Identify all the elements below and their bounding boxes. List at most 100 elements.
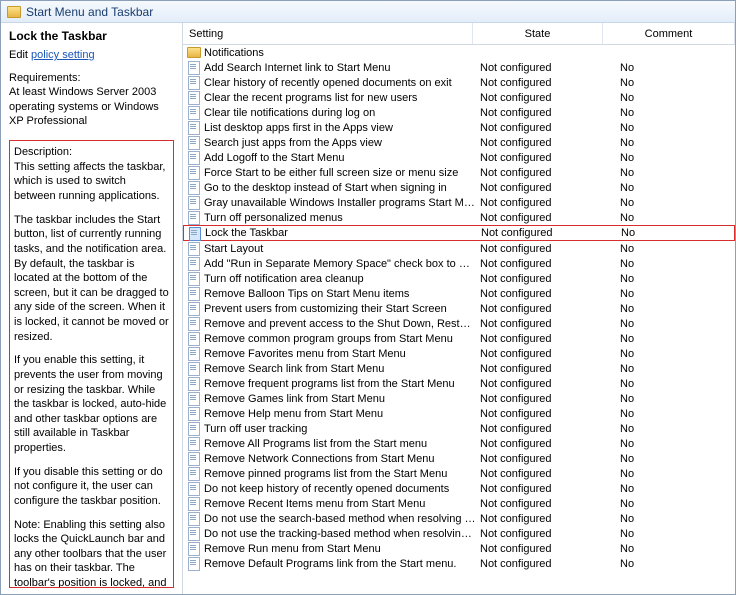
- policy-row[interactable]: Remove and prevent access to the Shut Do…: [183, 316, 735, 331]
- desc-p2: The taskbar includes the Start button, l…: [14, 213, 169, 345]
- policy-row[interactable]: Remove pinned programs list from the Sta…: [183, 466, 735, 481]
- policy-row[interactable]: Add Search Internet link to Start MenuNo…: [183, 60, 735, 75]
- policy-icon: [187, 317, 201, 330]
- policy-icon: [187, 121, 201, 134]
- setting-name: Remove Run menu from Start Menu: [204, 543, 476, 555]
- header-comment[interactable]: Comment: [603, 23, 735, 44]
- policy-row[interactable]: Turn off personalized menusNot configure…: [183, 210, 735, 225]
- settings-list[interactable]: NotificationsAdd Search Internet link to…: [183, 45, 735, 594]
- edit-policy-link[interactable]: policy setting: [31, 49, 95, 61]
- policy-row[interactable]: Add Logoff to the Start MenuNot configur…: [183, 150, 735, 165]
- setting-name: Remove common program groups from Start …: [204, 333, 476, 345]
- policy-icon: [187, 392, 201, 405]
- setting-state: Not configured: [476, 453, 606, 465]
- setting-name: Turn off personalized menus: [204, 212, 476, 224]
- setting-comment: No: [606, 543, 735, 555]
- setting-name: Clear history of recently opened documen…: [204, 77, 476, 89]
- setting-state: Not configured: [476, 543, 606, 555]
- policy-row[interactable]: Remove Search link from Start MenuNot co…: [183, 361, 735, 376]
- setting-state: Not configured: [476, 363, 606, 375]
- policy-row[interactable]: Remove Balloon Tips on Start Menu items N…: [183, 286, 735, 301]
- setting-state: Not configured: [476, 498, 606, 510]
- setting-comment: No: [606, 468, 735, 480]
- setting-comment: No: [606, 363, 735, 375]
- description-box: Description:This setting affects the tas…: [9, 140, 174, 588]
- setting-comment: No: [606, 438, 735, 450]
- setting-name: Remove Default Programs link from the St…: [204, 558, 476, 570]
- policy-row[interactable]: Gray unavailable Windows Installer progr…: [183, 195, 735, 210]
- setting-state: Not configured: [476, 137, 606, 149]
- policy-row[interactable]: Go to the desktop instead of Start when …: [183, 180, 735, 195]
- header-state[interactable]: State: [473, 23, 603, 44]
- policy-icon: [187, 377, 201, 390]
- policy-row[interactable]: Turn off user trackingNot configuredNo: [183, 421, 735, 436]
- setting-name: Remove All Programs list from the Start …: [204, 438, 476, 450]
- policy-row[interactable]: Do not use the tracking-based method whe…: [183, 526, 735, 541]
- setting-name: Remove and prevent access to the Shut Do…: [204, 318, 476, 330]
- setting-comment: No: [606, 483, 735, 495]
- policy-row[interactable]: Remove Help menu from Start MenuNot conf…: [183, 406, 735, 421]
- policy-row[interactable]: Remove Recent Items menu from Start Menu…: [183, 496, 735, 511]
- policy-icon: [187, 347, 201, 360]
- setting-comment: No: [606, 408, 735, 420]
- gpedit-window: Start Menu and Taskbar Lock the Taskbar …: [0, 0, 736, 595]
- policy-row[interactable]: Clear history of recently opened documen…: [183, 75, 735, 90]
- setting-state: Not configured: [477, 227, 607, 239]
- setting-name: Turn off notification area cleanup: [204, 273, 476, 285]
- policy-row[interactable]: Turn off notification area cleanupNot co…: [183, 271, 735, 286]
- setting-state: Not configured: [476, 197, 606, 209]
- policy-row[interactable]: Lock the TaskbarNot configuredNo: [183, 225, 735, 241]
- policy-row[interactable]: Remove frequent programs list from the S…: [183, 376, 735, 391]
- setting-comment: No: [606, 152, 735, 164]
- policy-icon: [187, 91, 201, 104]
- policy-row[interactable]: Remove Network Connections from Start Me…: [183, 451, 735, 466]
- setting-comment: No: [606, 107, 735, 119]
- setting-state: Not configured: [476, 62, 606, 74]
- setting-comment: No: [606, 453, 735, 465]
- policy-row[interactable]: Do not keep history of recently opened d…: [183, 481, 735, 496]
- setting-state: Not configured: [476, 348, 606, 360]
- setting-comment: No: [606, 318, 735, 330]
- policy-row[interactable]: Force Start to be either full screen siz…: [183, 165, 735, 180]
- setting-name: Remove Balloon Tips on Start Menu items: [204, 288, 476, 300]
- policy-row[interactable]: Clear the recent programs list for new u…: [183, 90, 735, 105]
- setting-state: Not configured: [476, 513, 606, 525]
- policy-row[interactable]: Remove common program groups from Start …: [183, 331, 735, 346]
- policy-icon: [187, 482, 201, 495]
- policy-row[interactable]: Start LayoutNot configuredNo: [183, 241, 735, 256]
- column-headers: Setting State Comment: [183, 23, 735, 45]
- setting-comment: No: [606, 528, 735, 540]
- setting-comment: No: [607, 227, 734, 239]
- setting-name: Start Layout: [204, 243, 476, 255]
- setting-name: Add Logoff to the Start Menu: [204, 152, 476, 164]
- policy-icon: [187, 257, 201, 270]
- setting-name: Gray unavailable Windows Installer progr…: [204, 197, 476, 209]
- setting-comment: No: [606, 303, 735, 315]
- setting-name: Prevent users from customizing their Sta…: [204, 303, 476, 315]
- header-setting[interactable]: Setting: [183, 23, 473, 44]
- policy-row[interactable]: Prevent users from customizing their Sta…: [183, 301, 735, 316]
- setting-comment: No: [606, 92, 735, 104]
- policy-row[interactable]: Clear tile notifications during log onNo…: [183, 105, 735, 120]
- setting-name: Notifications: [204, 47, 476, 59]
- policy-row[interactable]: Remove Games link from Start MenuNot con…: [183, 391, 735, 406]
- policy-row[interactable]: Remove All Programs list from the Start …: [183, 436, 735, 451]
- policy-row[interactable]: Add "Run in Separate Memory Space" check…: [183, 256, 735, 271]
- folder-row[interactable]: Notifications: [183, 45, 735, 60]
- folder-icon: [187, 47, 201, 58]
- policy-row[interactable]: Do not use the search-based method when …: [183, 511, 735, 526]
- policy-icon: [187, 61, 201, 74]
- policy-icon: [187, 437, 201, 450]
- setting-state: Not configured: [476, 92, 606, 104]
- policy-row[interactable]: Remove Run menu from Start MenuNot confi…: [183, 541, 735, 556]
- setting-name: Force Start to be either full screen siz…: [204, 167, 476, 179]
- policy-icon: [187, 136, 201, 149]
- policy-row[interactable]: Remove Default Programs link from the St…: [183, 556, 735, 571]
- setting-state: Not configured: [476, 182, 606, 194]
- window-title: Start Menu and Taskbar: [26, 5, 153, 19]
- policy-row[interactable]: Remove Favorites menu from Start MenuNot…: [183, 346, 735, 361]
- policy-row[interactable]: Search just apps from the Apps viewNot c…: [183, 135, 735, 150]
- policy-row[interactable]: List desktop apps first in the Apps view…: [183, 120, 735, 135]
- desc-p5: Note: Enabling this setting also locks t…: [14, 518, 169, 588]
- setting-comment: No: [606, 288, 735, 300]
